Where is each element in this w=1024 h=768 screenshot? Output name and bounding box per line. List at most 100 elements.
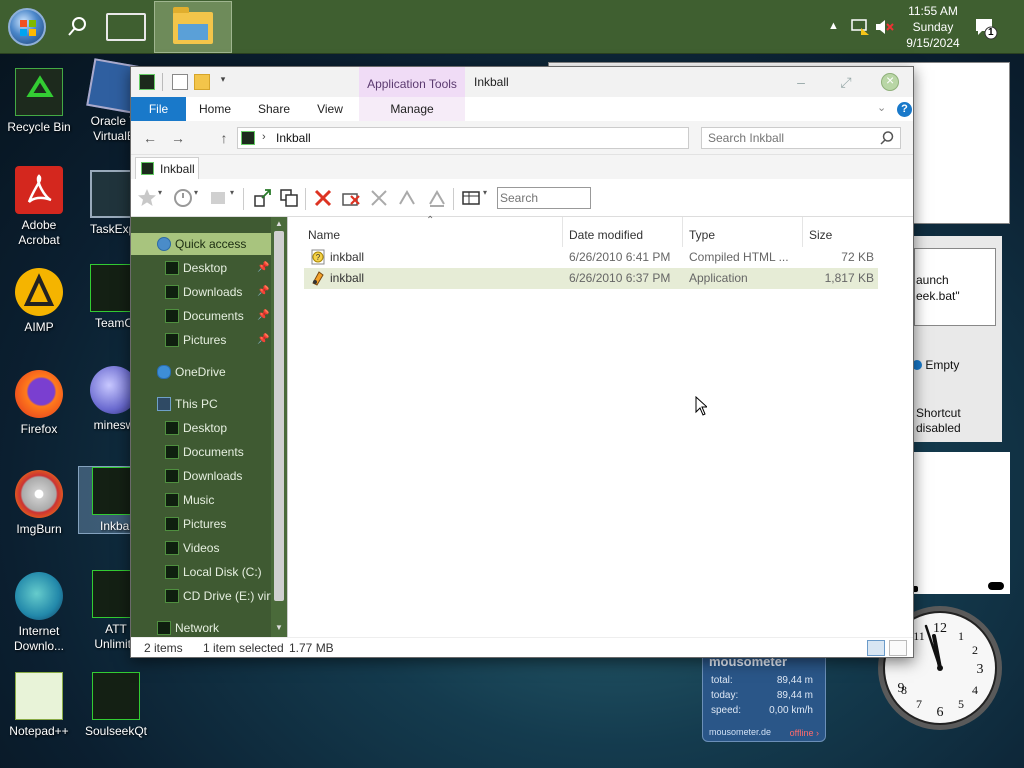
- tray-expand-icon[interactable]: ▲: [828, 20, 839, 32]
- tab-share[interactable]: Share: [251, 97, 297, 121]
- volume-muted-icon[interactable]: [874, 18, 894, 36]
- file-explorer-window: ▾ Application Tools Inkball – ⤢ File Hom…: [130, 66, 914, 658]
- title-bar[interactable]: ▾ Application Tools Inkball – ⤢: [131, 67, 913, 97]
- new-folder-icon[interactable]: [194, 74, 210, 90]
- nav-pc-videos[interactable]: Videos: [131, 537, 271, 559]
- nav-onedrive[interactable]: OneDrive: [131, 361, 271, 383]
- file-row[interactable]: ? inkball 6/26/2010 6:41 PM Compiled HTM…: [304, 247, 878, 268]
- large-icons-view-icon[interactable]: [889, 640, 907, 656]
- nav-pane-scrollbar[interactable]: ▲ ▼: [271, 217, 287, 637]
- delete-icon[interactable]: [313, 188, 333, 208]
- search-icon[interactable]: [880, 131, 894, 145]
- file-size: 1,817 KB: [824, 271, 874, 285]
- move-to-icon[interactable]: [253, 188, 273, 208]
- tab-file[interactable]: File: [131, 97, 186, 121]
- maximize-button[interactable]: ⤢: [836, 72, 856, 92]
- dropdown-arrow-icon[interactable]: ▾: [194, 188, 202, 208]
- customize-qat-icon[interactable]: ▾: [215, 74, 231, 90]
- nav-cd-drive[interactable]: CD Drive (E:) virt: [131, 585, 274, 607]
- search-field[interactable]: [701, 127, 901, 149]
- desktop-icon-internet-download[interactable]: Internet Downlo...: [1, 572, 77, 654]
- desktop-icon-notepadpp[interactable]: Notepad++: [1, 672, 77, 739]
- nav-pc-documents[interactable]: Documents: [131, 441, 271, 463]
- help-icon[interactable]: ?: [897, 102, 912, 117]
- star-icon: [157, 237, 171, 251]
- nav-qa-downloads[interactable]: Downloads 📌: [131, 281, 271, 303]
- mousometer-gadget[interactable]: mousometer total: 89,44 m today: 89,44 m s…: [702, 650, 826, 742]
- desktop-icon-label: SoulseekQt: [84, 724, 148, 738]
- pictures-icon: [165, 517, 179, 531]
- close-button[interactable]: [881, 72, 899, 91]
- scroll-up-icon[interactable]: ▲: [275, 219, 283, 228]
- tab-home[interactable]: Home: [193, 97, 237, 121]
- minimize-button[interactable]: –: [791, 72, 811, 92]
- expand-ribbon-icon[interactable]: ⌄: [877, 101, 886, 114]
- mousometer-site-link[interactable]: mousometer.de: [709, 727, 771, 737]
- nav-qa-documents[interactable]: Documents 📌: [131, 305, 271, 327]
- nav-quick-access[interactable]: Quick access: [131, 233, 271, 255]
- dropdown-arrow-icon[interactable]: ▾: [483, 188, 491, 208]
- scrollbar-thumb[interactable]: [274, 231, 284, 601]
- favorites-star-icon[interactable]: [137, 188, 157, 208]
- desktop-icon-aimp[interactable]: AIMP: [1, 268, 77, 335]
- desktop-icon-acrobat[interactable]: Adobe Acrobat: [1, 166, 77, 248]
- column-header-size[interactable]: Size: [809, 223, 869, 247]
- search-icon[interactable]: [66, 16, 88, 38]
- notification-center-icon[interactable]: 1: [974, 16, 998, 40]
- scroll-down-icon[interactable]: ▼: [275, 623, 283, 632]
- history-clock-icon[interactable]: [173, 188, 193, 208]
- tab-manage[interactable]: Manage: [359, 97, 465, 121]
- nav-pc-music[interactable]: Music: [131, 489, 271, 511]
- tab-view[interactable]: View: [309, 97, 351, 121]
- search-input[interactable]: [708, 130, 874, 146]
- shortcut-text-line1: Shortcut: [916, 406, 961, 420]
- clock-num-5: 5: [958, 697, 964, 711]
- network-warning-icon[interactable]: [850, 18, 870, 36]
- task-view-button[interactable]: [106, 13, 146, 41]
- column-header-type[interactable]: Type: [689, 223, 799, 247]
- properties-icon[interactable]: [172, 74, 188, 90]
- soulseek-icon: [92, 672, 140, 720]
- nav-pc-pictures[interactable]: Pictures: [131, 513, 271, 535]
- desktop-icon-recycle-bin[interactable]: Recycle Bin: [1, 68, 77, 135]
- empty-option[interactable]: Empty: [912, 358, 959, 372]
- view-layout-icon[interactable]: [461, 188, 481, 208]
- toolbar-search-input[interactable]: [500, 189, 588, 207]
- nav-qa-pictures[interactable]: Pictures 📌: [131, 329, 271, 351]
- taskbar-clock[interactable]: 11:55 AM Sunday 9/15/2024: [898, 3, 968, 51]
- desktop-icon-soulseek[interactable]: SoulseekQt: [78, 672, 154, 739]
- nav-qa-desktop[interactable]: Desktop 📌: [131, 257, 271, 279]
- nav-this-pc[interactable]: This PC: [131, 393, 271, 415]
- undo-icon[interactable]: [397, 188, 417, 208]
- details-view-icon[interactable]: [867, 640, 885, 656]
- nav-network[interactable]: Network: [131, 617, 271, 637]
- breadcrumb-inkball[interactable]: Inkball: [276, 131, 311, 145]
- nav-local-disk[interactable]: Local Disk (C:): [131, 561, 271, 583]
- back-button[interactable]: ←: [141, 129, 159, 147]
- redo-icon[interactable]: [427, 188, 447, 208]
- dropdown-arrow-icon[interactable]: ▾: [230, 188, 238, 208]
- nav-pc-downloads[interactable]: Downloads: [131, 465, 271, 487]
- breadcrumb-chevron-icon[interactable]: ›: [262, 131, 266, 143]
- nav-pc-desktop[interactable]: Desktop: [131, 417, 271, 439]
- folder-tab-inkball[interactable]: Inkball: [135, 157, 199, 179]
- desktop-icon-firefox[interactable]: Firefox: [1, 370, 77, 437]
- toolbar-search-field[interactable]: [497, 187, 591, 209]
- desktop-icon-label: Recycle Bin: [7, 120, 71, 134]
- file-explorer-taskbar-button[interactable]: [154, 1, 232, 53]
- dropdown-arrow-icon[interactable]: ▾: [158, 188, 166, 208]
- cut-icon[interactable]: [369, 188, 389, 208]
- mousometer-status[interactable]: offline ›: [790, 728, 819, 738]
- desktop-icon-label: ImgBurn: [16, 522, 62, 536]
- file-row[interactable]: inkball 6/26/2010 6:37 PM Application 1,…: [304, 268, 878, 289]
- start-button[interactable]: [8, 8, 46, 46]
- forward-button[interactable]: →: [169, 129, 187, 147]
- column-header-name[interactable]: Name: [308, 223, 558, 247]
- desktop-icon-imgburn[interactable]: ImgBurn: [1, 470, 77, 537]
- column-header-date-modified[interactable]: Date modified: [569, 223, 679, 247]
- groups-icon[interactable]: [209, 188, 229, 208]
- address-bar[interactable]: › Inkball ⌄ ↻: [237, 127, 792, 149]
- delete-permanently-icon[interactable]: [341, 188, 361, 208]
- copy-to-icon[interactable]: [279, 188, 299, 208]
- up-button[interactable]: ↑: [215, 129, 233, 147]
